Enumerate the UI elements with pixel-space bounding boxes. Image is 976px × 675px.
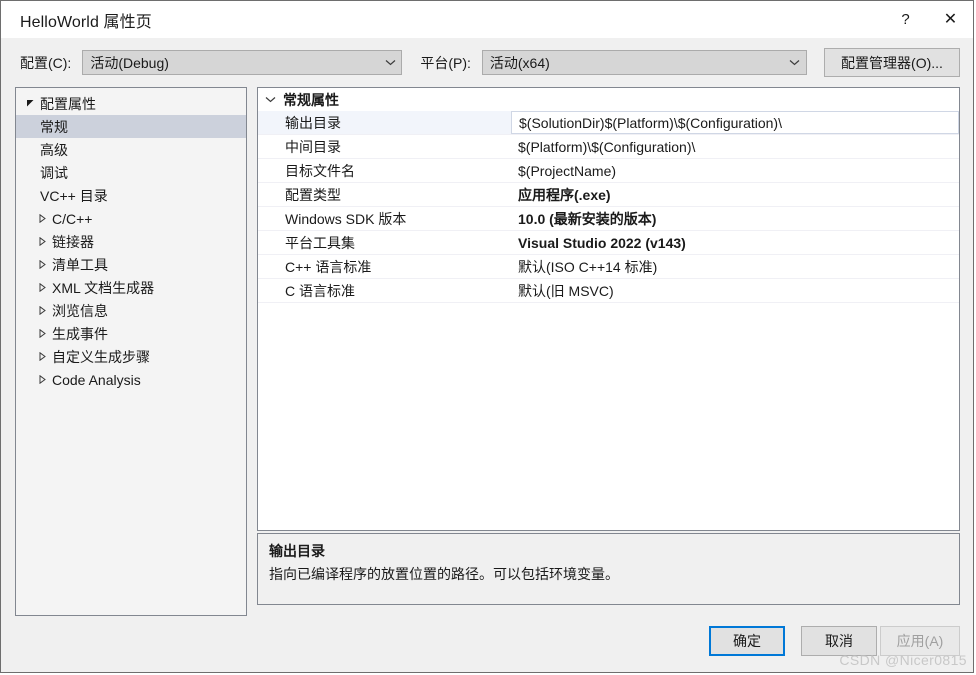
platform-label: 平台(P): [420, 54, 471, 71]
property-row[interactable]: Windows SDK 版本 10.0 (最新安装的版本) [258, 207, 959, 231]
apply-button: 应用(A) [880, 626, 960, 656]
property-grid-section-header[interactable]: 常规属性 [258, 88, 959, 111]
tree-node-item[interactable]: 自定义生成步骤 [16, 345, 246, 368]
property-row-value[interactable]: $(Platform)\$(Configuration)\ [512, 135, 959, 158]
tree-children: 常规高级调试 VC++ 目录 C/C++ 链接器清单工具 XML 文档生成器 浏览信息生成… [16, 115, 246, 391]
tree-node-item[interactable]: 高级 [16, 138, 246, 161]
configuration-label: 配置(C): [20, 54, 72, 71]
dialog-body: 配置属性 常规高级调试 VC++ 目录 C/C++ 链接器清单工具 XML 文档生成器浏… [1, 87, 973, 616]
platform-combobox[interactable]: 活动(x64) [481, 50, 807, 75]
property-row[interactable]: C++ 语言标准 默认(ISO C++14 标准) [258, 255, 959, 279]
tree-node-item[interactable]: VC++ 目录 [16, 184, 246, 207]
property-row-value[interactable]: 应用程序(.exe) [512, 183, 959, 206]
property-row-value[interactable]: $(ProjectName) [512, 159, 959, 182]
tree-node-item-label: 浏览信息 [52, 302, 108, 319]
title-bar-buttons: ? ✕ [883, 1, 973, 38]
property-row[interactable]: C 语言标准 默认(旧 MSVC) [258, 279, 959, 303]
property-row-value[interactable]: 默认(旧 MSVC) [512, 279, 959, 302]
property-grid-section-title: 常规属性 [283, 91, 339, 108]
tree-node-item[interactable]: 调试 [16, 161, 246, 184]
tree-node-root[interactable]: 配置属性 [16, 92, 246, 115]
tree-node-item[interactable]: 生成事件 [16, 322, 246, 345]
triangle-collapsed-icon[interactable] [34, 260, 51, 269]
triangle-collapsed-icon[interactable] [34, 283, 51, 292]
description-panel: 输出目录 指向已编译程序的放置位置的路径。可以包括环境变量。 [257, 533, 960, 605]
triangle-collapsed-icon[interactable] [34, 237, 51, 246]
description-text: 指向已编译程序的放置位置的路径。可以包括环境变量。 [269, 566, 619, 582]
help-icon[interactable]: ? [883, 1, 928, 38]
configuration-manager-button[interactable]: 配置管理器(O)... [824, 48, 960, 77]
ok-button[interactable]: 确定 [709, 626, 785, 656]
tree-node-item[interactable]: 常规 [16, 115, 246, 138]
property-row-value[interactable]: 10.0 (最新安装的版本) [512, 207, 959, 230]
property-row-value[interactable]: $(SolutionDir)$(Platform)\$(Configuratio… [511, 111, 959, 134]
triangle-expanded-icon[interactable] [22, 99, 39, 108]
triangle-collapsed-icon[interactable] [34, 329, 51, 338]
description-title: 输出目录 [269, 543, 325, 559]
triangle-collapsed-icon[interactable] [34, 375, 51, 384]
property-row-label: Windows SDK 版本 [285, 210, 407, 227]
property-row[interactable]: 目标文件名 $(ProjectName) [258, 159, 959, 183]
triangle-collapsed-icon[interactable] [34, 214, 51, 223]
page-title: HelloWorld 属性页 [20, 13, 152, 31]
chevron-down-icon [379, 59, 401, 66]
chevron-down-icon [784, 59, 806, 66]
chevron-down-icon[interactable] [258, 96, 283, 103]
tree-node-item-label: 链接器 [52, 233, 94, 250]
property-row-label: 平台工具集 [285, 234, 355, 251]
configuration-combobox[interactable]: 活动(Debug) [82, 50, 403, 75]
property-row-label: 配置类型 [285, 186, 341, 203]
property-row-label: 中间目录 [285, 138, 341, 155]
property-row-label: C++ 语言标准 [285, 258, 372, 275]
tree-node-item-label: Code Analysis [52, 371, 141, 388]
property-tree[interactable]: 配置属性 常规高级调试 VC++ 目录 C/C++ 链接器清单工具 XML 文档生成器浏… [15, 87, 247, 616]
property-row[interactable]: 输出目录 $(SolutionDir)$(Platform)\$(Configur… [258, 111, 959, 135]
property-grid-rows: 输出目录 $(SolutionDir)$(Platform)\$(Configur… [258, 111, 959, 303]
tree-node-item[interactable]: 清单工具 [16, 253, 246, 276]
tree-node-item-label: XML 文档生成器 [52, 279, 155, 296]
property-row[interactable]: 配置类型 应用程序(.exe) [258, 183, 959, 207]
dialog-footer: 确定 取消 应用(A) CSDN @Nicer0815 [1, 616, 973, 672]
tree-node-root-label: 配置属性 [40, 95, 96, 112]
property-row-value[interactable]: 默认(ISO C++14 标准) [512, 255, 959, 278]
property-row-label: C 语言标准 [285, 282, 355, 299]
tree-node-item-label: 调试 [40, 164, 68, 181]
cancel-button[interactable]: 取消 [801, 626, 877, 656]
property-row[interactable]: 中间目录 $(Platform)\$(Configuration)\ [258, 135, 959, 159]
platform-combobox-value: 活动(x64) [489, 54, 550, 71]
property-grid[interactable]: 常规属性 输出目录 $(SolutionDir)$(Platform)\$(Con… [257, 87, 960, 531]
triangle-collapsed-icon[interactable] [34, 306, 51, 315]
tree-node-item-label: VC++ 目录 [40, 187, 108, 204]
tree-node-item[interactable]: Code Analysis [16, 368, 246, 391]
triangle-collapsed-icon[interactable] [34, 352, 51, 361]
right-pane: 常规属性 输出目录 $(SolutionDir)$(Platform)\$(Con… [257, 87, 960, 616]
tree-node-item[interactable]: C/C++ [16, 207, 246, 230]
tree-node-item-label: 常规 [40, 118, 68, 135]
tree-node-item[interactable]: 浏览信息 [16, 299, 246, 322]
property-row[interactable]: 平台工具集 Visual Studio 2022 (v143) [258, 231, 959, 255]
configuration-bar: 配置(C): 活动(Debug) 平台(P): 活动(x64) 配置管理器(O)… [1, 38, 973, 87]
property-pages-dialog: HelloWorld 属性页 ? ✕ 配置(C): 活动(Debug) 平台(P… [0, 0, 974, 673]
property-row-value[interactable]: Visual Studio 2022 (v143) [512, 231, 959, 254]
tree-node-item[interactable]: XML 文档生成器 [16, 276, 246, 299]
property-row-label: 目标文件名 [285, 162, 355, 179]
tree-node-item-label: 生成事件 [52, 325, 108, 342]
tree-node-item[interactable]: 链接器 [16, 230, 246, 253]
tree-node-item-label: 清单工具 [52, 256, 108, 273]
property-row-label: 输出目录 [258, 111, 512, 134]
title-bar: HelloWorld 属性页 ? ✕ [1, 1, 973, 38]
tree-node-item-label: C/C++ [52, 210, 93, 227]
close-icon[interactable]: ✕ [928, 1, 973, 38]
tree-node-item-label: 高级 [40, 141, 68, 158]
tree-node-item-label: 自定义生成步骤 [52, 348, 150, 365]
configuration-combobox-value: 活动(Debug) [90, 54, 169, 71]
